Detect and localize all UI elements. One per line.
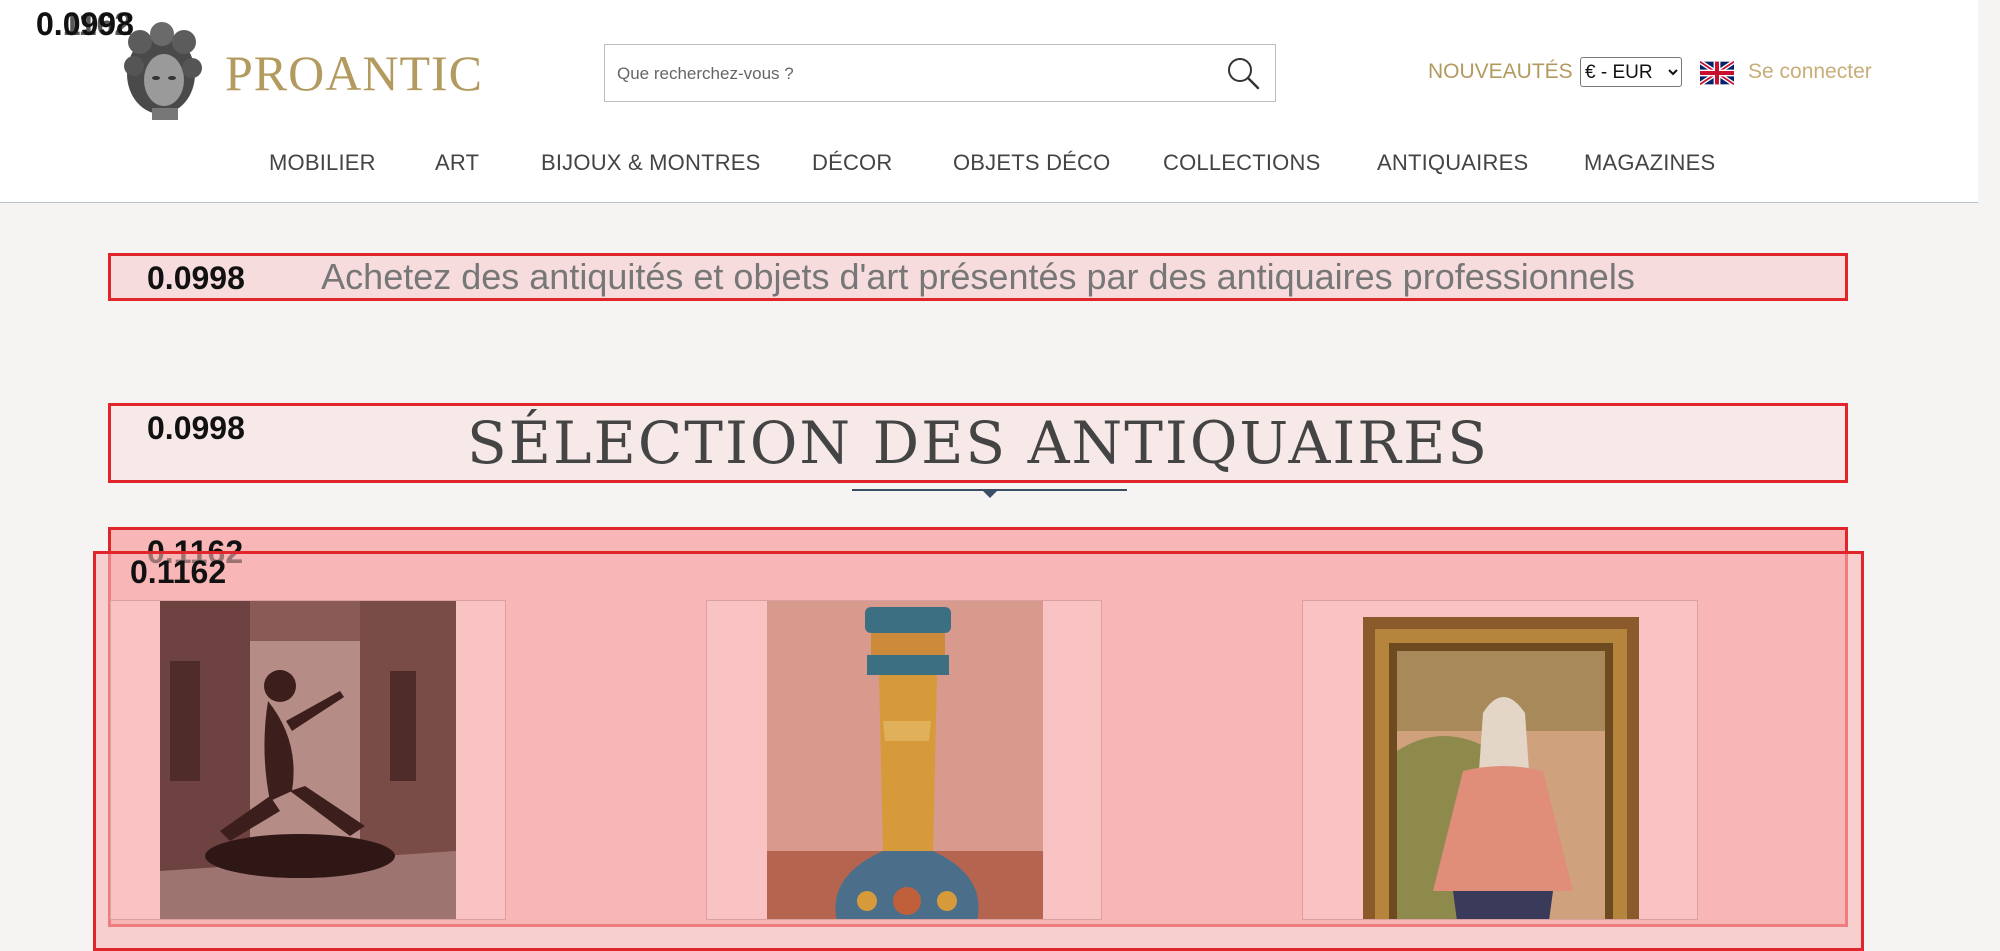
- bronze-sculpture-image[interactable]: [160, 601, 456, 920]
- nav-item-magazines[interactable]: MAGAZINES: [1584, 150, 1715, 176]
- search-input[interactable]: [615, 45, 1209, 103]
- tagline-banner: Achetez des antiquités et objets d'art p…: [108, 253, 1848, 301]
- search-box: [604, 44, 1276, 103]
- enamel-vase-image[interactable]: [767, 601, 1043, 920]
- uk-flag-icon[interactable]: [1700, 61, 1734, 85]
- new-arrivals-link[interactable]: NOUVEAUTÉS: [1428, 60, 1573, 84]
- product-card-vase[interactable]: [706, 600, 1102, 920]
- search-icon[interactable]: [1225, 55, 1261, 91]
- product-card-painting[interactable]: [1302, 600, 1698, 920]
- tagline-text: Achetez des antiquités et objets d'art p…: [321, 256, 1635, 297]
- logo-bust-icon[interactable]: [112, 20, 210, 122]
- framed-painting-image[interactable]: [1363, 601, 1639, 920]
- overlay-score-banner: 0.0998: [147, 260, 245, 296]
- nav-item-collections[interactable]: COLLECTIONS: [1163, 150, 1320, 176]
- title-divider-arrow: [983, 491, 997, 498]
- login-link[interactable]: Se connecter: [1748, 60, 1872, 84]
- nav-item-bijoux-montres[interactable]: BIJOUX & MONTRES: [541, 150, 761, 176]
- site-header: 0.0998 0.1162 PROANTIC NOUVEAUTÉS € - EU…: [0, 0, 1978, 203]
- product-card-sculpture[interactable]: [110, 600, 506, 920]
- nav-item-objets-deco[interactable]: OBJETS DÉCO: [953, 150, 1110, 176]
- nav-item-mobilier[interactable]: MOBILIER: [269, 150, 376, 176]
- nav-item-art[interactable]: ART: [435, 150, 479, 176]
- section-title-box: SÉLECTION DES ANTIQUAIRES 0.0998: [108, 403, 1848, 483]
- overlay-score-section: 0.0998: [147, 410, 245, 446]
- brand-logo-text[interactable]: PROANTIC: [225, 44, 483, 102]
- nav-item-antiquaires[interactable]: ANTIQUAIRES: [1377, 150, 1528, 176]
- overlay-score-grid-inner: 0.1162: [130, 554, 227, 590]
- section-title: SÉLECTION DES ANTIQUAIRES: [466, 409, 1490, 477]
- currency-select[interactable]: € - EUR: [1580, 57, 1682, 87]
- nav-item-decor[interactable]: DÉCOR: [812, 150, 892, 176]
- main-nav: MOBILIER ART BIJOUX & MONTRES DÉCOR OBJE…: [0, 150, 1978, 180]
